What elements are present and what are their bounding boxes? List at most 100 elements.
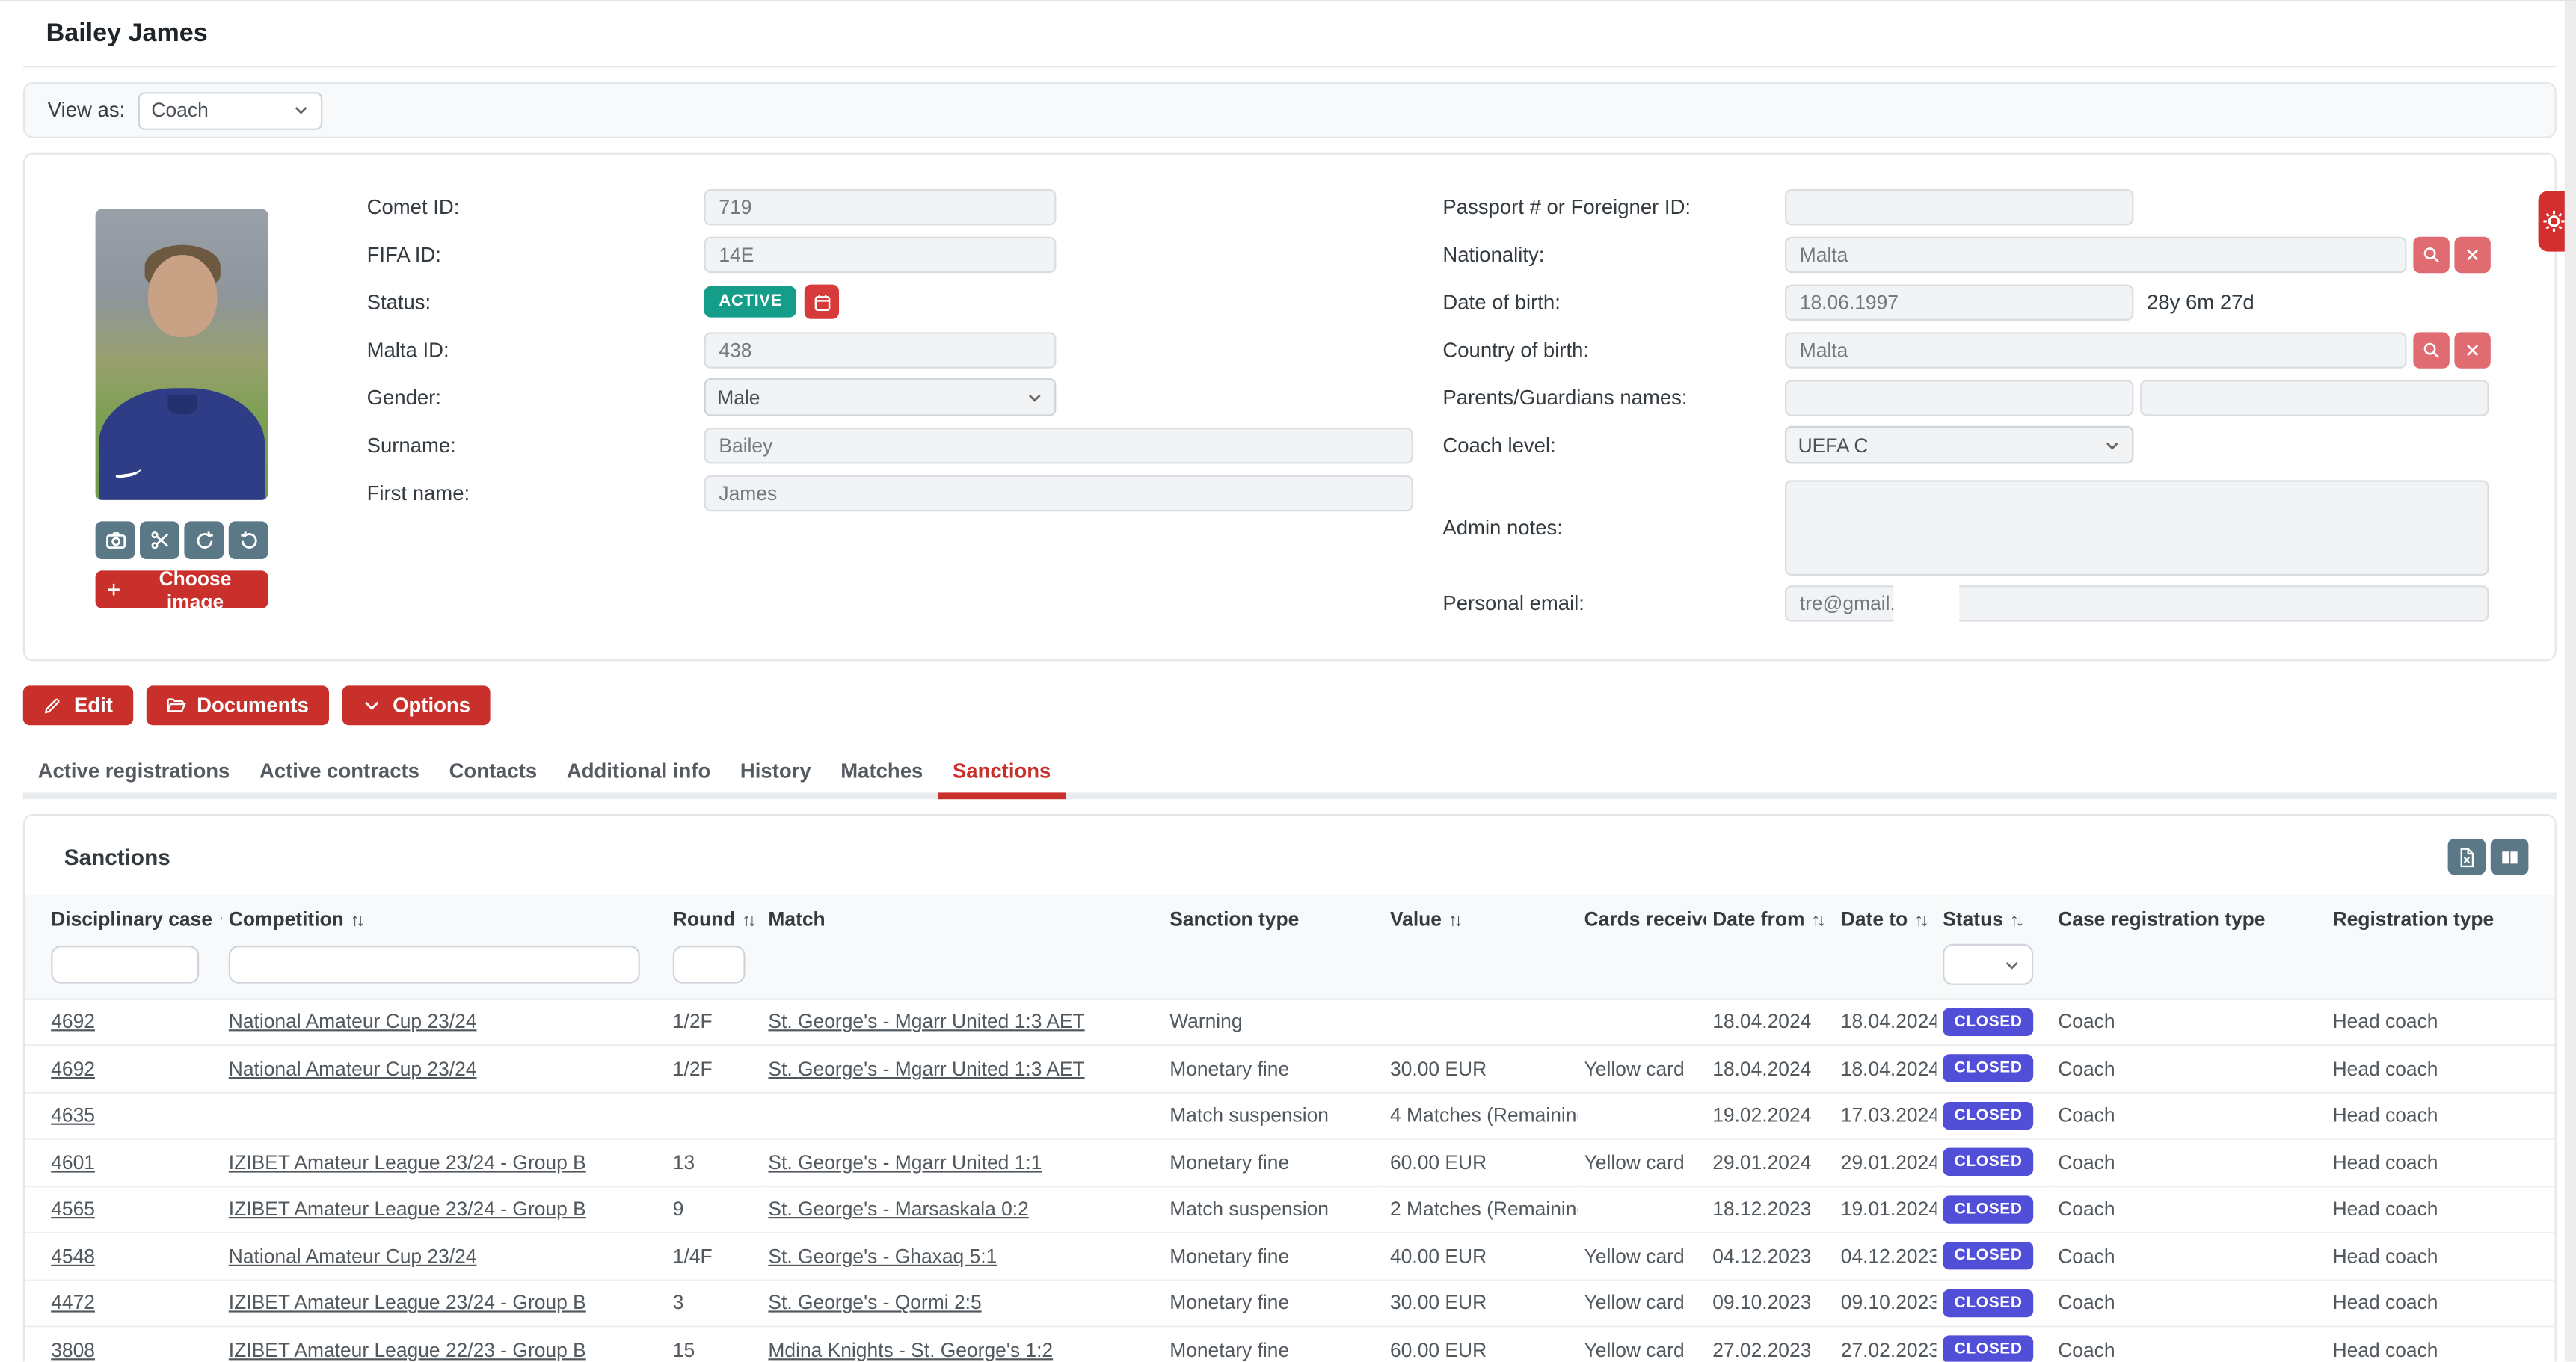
passport-input[interactable] [1785, 188, 2133, 224]
value-cell: 4 Matches (Remaining: 0) [1383, 1092, 1578, 1139]
match-link[interactable]: St. George's - Ghaxaq 5:1 [768, 1245, 997, 1268]
col-registration-type: Registration type [2326, 895, 2557, 934]
table-row: 4692 National Amateur Cup 23/24 1/2F St.… [25, 998, 2557, 1045]
country-search-button[interactable] [2413, 331, 2449, 367]
fifa-id-input[interactable] [704, 236, 1057, 272]
round-cell: 13 [666, 1139, 762, 1186]
comet-id-input[interactable] [704, 188, 1057, 224]
gender-select[interactable]: Male [704, 378, 1057, 416]
view-as-select[interactable]: Coach [138, 91, 322, 129]
sort-icon: ↑↓ [1914, 911, 1925, 931]
rotate-left-button[interactable] [184, 521, 224, 559]
col-round[interactable]: Round↑↓ [666, 895, 762, 934]
nationality-clear-button[interactable] [2454, 236, 2490, 272]
tab-additional-info[interactable]: Additional info [552, 750, 725, 792]
first-name-input[interactable] [704, 475, 1413, 511]
col-value[interactable]: Value↑↓ [1383, 895, 1578, 934]
disciplinary-case-link[interactable]: 4601 [51, 1150, 95, 1174]
settings-gear-tab[interactable] [2539, 191, 2565, 251]
tab-matches[interactable]: Matches [826, 750, 938, 792]
round-cell: 1/2F [666, 1045, 762, 1092]
competition-link[interactable]: National Amateur Cup 23/24 [229, 1010, 477, 1033]
competition-link[interactable]: National Amateur Cup 23/24 [229, 1057, 477, 1080]
match-link[interactable]: Mdina Knights - St. George's 1:2 [768, 1338, 1053, 1361]
disciplinary-case-link[interactable]: 4692 [51, 1057, 95, 1080]
date-from-cell: 29.01.2024 [1706, 1139, 1834, 1186]
tab-sanctions[interactable]: Sanctions [938, 750, 1066, 799]
disciplinary-case-link[interactable]: 4472 [51, 1292, 95, 1315]
col-cards-received: Cards received [1578, 895, 1706, 934]
col-date-to[interactable]: Date to↑↓ [1834, 895, 1936, 934]
col-disciplinary-case[interactable]: Disciplinary case↑↓ [25, 895, 222, 934]
tab-history[interactable]: History [725, 750, 826, 792]
nationality-search-button[interactable] [2413, 236, 2449, 272]
country-clear-button[interactable] [2454, 331, 2490, 367]
coach-level-label: Coach level: [1442, 434, 1785, 457]
match-link[interactable]: St. George's - Mgarr United 1:1 [768, 1150, 1042, 1174]
match-link[interactable]: St. George's - Marsaskala 0:2 [768, 1198, 1028, 1221]
date-to-cell: 29.01.2024 [1834, 1139, 1936, 1186]
chevron-down-icon [361, 696, 381, 715]
registration-type-cell: Head coach [2326, 1233, 2557, 1280]
crop-button[interactable] [140, 521, 179, 559]
tab-active-registrations[interactable]: Active registrations [23, 750, 245, 792]
surname-input[interactable] [704, 427, 1413, 463]
disciplinary-case-link[interactable]: 4548 [51, 1245, 95, 1268]
search-icon [2421, 339, 2441, 359]
competition-link[interactable]: IZIBET Amateur League 23/24 - Group B [229, 1198, 586, 1221]
disciplinary-case-link[interactable]: 3808 [51, 1338, 95, 1361]
scrollbar[interactable] [2565, 1, 2576, 1361]
col-date-from[interactable]: Date from↑↓ [1706, 895, 1834, 934]
competition-link[interactable]: IZIBET Amateur League 23/24 - Group B [229, 1292, 586, 1315]
documents-button[interactable]: Documents [146, 685, 328, 725]
filter-status-select[interactable] [1943, 944, 2033, 985]
export-excel-button[interactable] [2448, 839, 2486, 875]
competition-link[interactable]: IZIBET Amateur League 22/23 - Group B [229, 1338, 586, 1361]
filter-disciplinary-case[interactable] [51, 946, 199, 984]
date-of-birth-input[interactable] [1785, 284, 2133, 320]
app-window: Bailey James View as: Coach [0, 0, 2576, 1362]
cards-received-cell: Yellow card [1578, 1233, 1706, 1280]
parent-2-input[interactable] [2140, 379, 2489, 415]
parent-1-input[interactable] [1785, 379, 2133, 415]
status-calendar-button[interactable] [805, 285, 840, 319]
value-cell: 30.00 EUR [1383, 1045, 1578, 1092]
col-competition[interactable]: Competition↑↓ [222, 895, 666, 934]
competition-link[interactable]: National Amateur Cup 23/24 [229, 1245, 477, 1268]
coach-level-select[interactable]: UEFA C [1785, 426, 2133, 464]
filter-round[interactable] [673, 946, 746, 984]
personal-email-input[interactable] [1785, 585, 2489, 620]
excel-file-icon [2456, 846, 2478, 868]
nationality-input[interactable] [1785, 236, 2407, 272]
edit-button[interactable]: Edit [23, 685, 133, 725]
match-link[interactable]: St. George's - Mgarr United 1:3 AET [768, 1010, 1084, 1033]
gender-label: Gender: [367, 386, 704, 409]
malta-id-input[interactable] [704, 331, 1057, 367]
match-link[interactable]: St. George's - Mgarr United 1:3 AET [768, 1057, 1084, 1080]
date-to-cell: 19.01.2024 [1834, 1186, 1936, 1233]
tab-active-contracts[interactable]: Active contracts [245, 750, 434, 792]
admin-notes-textarea[interactable] [1785, 480, 2489, 576]
sort-icon: ↑↓ [2010, 911, 2021, 931]
calendar-icon [813, 292, 832, 312]
match-link[interactable]: St. George's - Qormi 2:5 [768, 1292, 981, 1315]
competition-link[interactable]: IZIBET Amateur League 23/24 - Group B [229, 1150, 586, 1174]
columns-button[interactable] [2491, 839, 2529, 875]
disciplinary-case-link[interactable]: 4565 [51, 1198, 95, 1221]
camera-button[interactable] [96, 521, 135, 559]
rotate-right-button[interactable] [229, 521, 268, 559]
value-cell: 60.00 EUR [1383, 1139, 1578, 1186]
disciplinary-case-link[interactable]: 4692 [51, 1010, 95, 1033]
options-button[interactable]: Options [342, 685, 490, 725]
sanctions-panel: Sanctions Disciplinary case↑↓ [23, 814, 2557, 1362]
photo-toolbar [96, 521, 367, 559]
profile-form-left: Comet ID: FIFA ID: Status: ACTIVE Malta … [367, 182, 1428, 626]
registration-type-cell: Head coach [2326, 998, 2557, 1045]
country-of-birth-input[interactable] [1785, 331, 2407, 367]
disciplinary-case-link[interactable]: 4635 [51, 1104, 95, 1127]
sanction-type-cell: Warning [1163, 998, 1383, 1045]
filter-competition[interactable] [229, 946, 639, 984]
tab-contacts[interactable]: Contacts [434, 750, 552, 792]
col-status[interactable]: Status↑↓ [1936, 895, 2051, 934]
choose-image-button[interactable]: Choose image [96, 570, 268, 608]
